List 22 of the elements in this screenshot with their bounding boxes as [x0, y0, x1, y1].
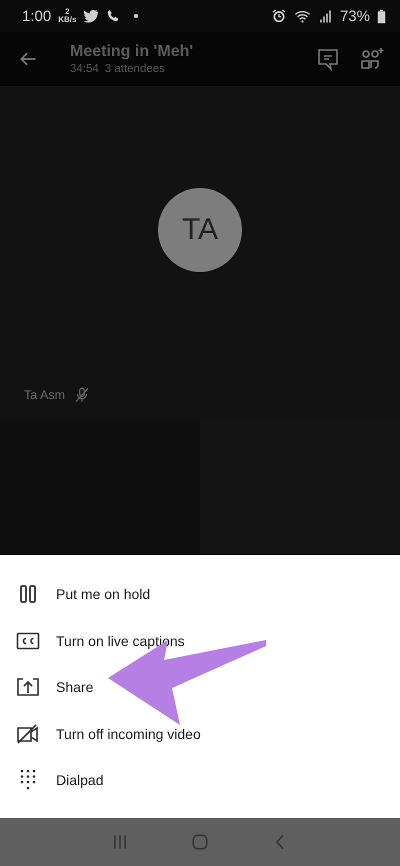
bird-icon — [83, 8, 100, 24]
menu-item-label[interactable]: Turn on live captions — [56, 632, 185, 649]
clock-time: 1:00 — [22, 8, 52, 24]
attendee-count: 3 attendees — [104, 63, 165, 75]
menu-item-label[interactable]: Turn off incoming video — [56, 726, 201, 742]
participant-name: Ta Asm — [24, 388, 65, 402]
battery-icon — [377, 8, 386, 24]
menu-item-label[interactable]: Share — [56, 679, 94, 696]
participant-avatar: TA — [158, 188, 242, 272]
menu-item-label[interactable]: Dialpad — [56, 772, 104, 788]
signal-icon — [318, 8, 333, 24]
phone-icon — [106, 9, 120, 23]
meeting-title: Meeting in 'Meh' — [70, 43, 194, 61]
add-people-icon[interactable] — [360, 47, 384, 71]
chat-icon[interactable] — [316, 47, 340, 71]
network-speed: 2 KB/s — [58, 8, 76, 24]
video-off-icon — [16, 722, 40, 746]
alarm-icon — [270, 8, 287, 24]
menu-item-label[interactable]: Put me on hold — [56, 586, 150, 602]
call-duration: 34:54 — [70, 63, 99, 75]
dot-icon — [133, 13, 140, 19]
battery-level: 73% — [340, 8, 370, 24]
